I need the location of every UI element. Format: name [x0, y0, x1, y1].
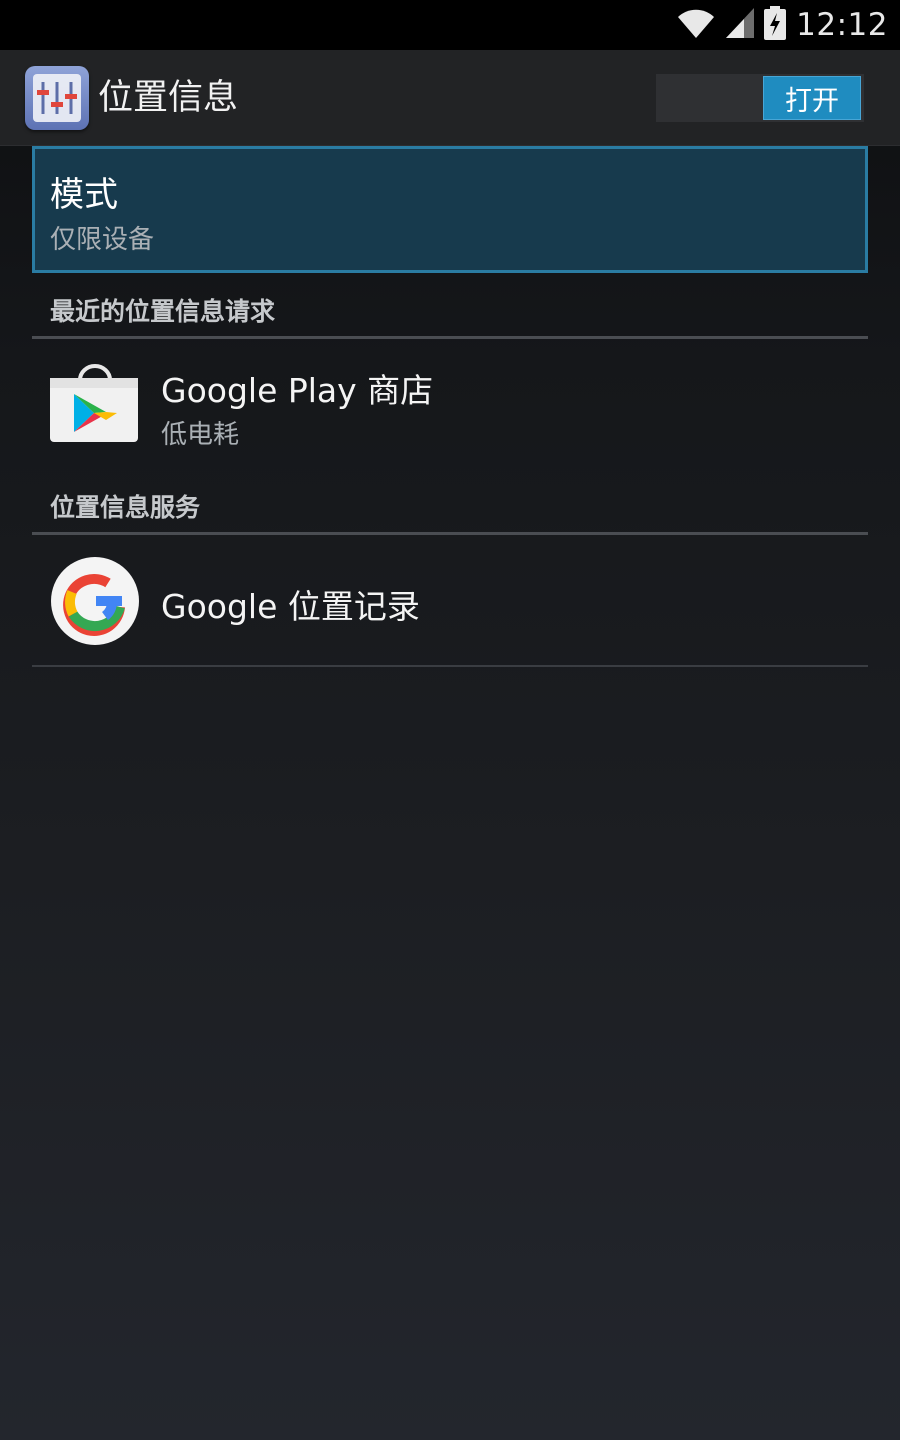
status-icons: 12:12 [676, 0, 888, 50]
list-item-location-history[interactable]: Google 位置记录 [32, 536, 868, 666]
google-g-icon [50, 556, 140, 650]
mode-title: 模式 [50, 175, 118, 215]
list-item-subtitle: 低电耗 [161, 420, 240, 450]
recent-requests-header: 最近的位置信息请求 [50, 297, 276, 326]
battery-charging-icon [764, 6, 787, 44]
list-item-title: Google 位置记录 [161, 587, 420, 626]
cell-signal-icon [726, 8, 755, 42]
status-time: 12:12 [796, 7, 888, 43]
divider [32, 665, 868, 667]
divider [32, 532, 868, 535]
divider [32, 336, 868, 339]
mode-setting[interactable]: 模式 仅限设备 [32, 146, 868, 273]
page-title: 位置信息 [98, 78, 239, 118]
list-item-play-store[interactable]: Google Play 商店 低电耗 [32, 340, 868, 470]
mode-value: 仅限设备 [50, 225, 155, 255]
location-services-header: 位置信息服务 [50, 493, 201, 522]
status-bar: 12:12 [0, 0, 900, 50]
equalizer-settings-icon[interactable] [25, 66, 89, 130]
google-play-store-icon [50, 364, 140, 448]
list-item-title: Google Play 商店 [161, 371, 434, 410]
location-toggle[interactable]: 打开 [763, 76, 861, 120]
wifi-icon [676, 8, 716, 42]
